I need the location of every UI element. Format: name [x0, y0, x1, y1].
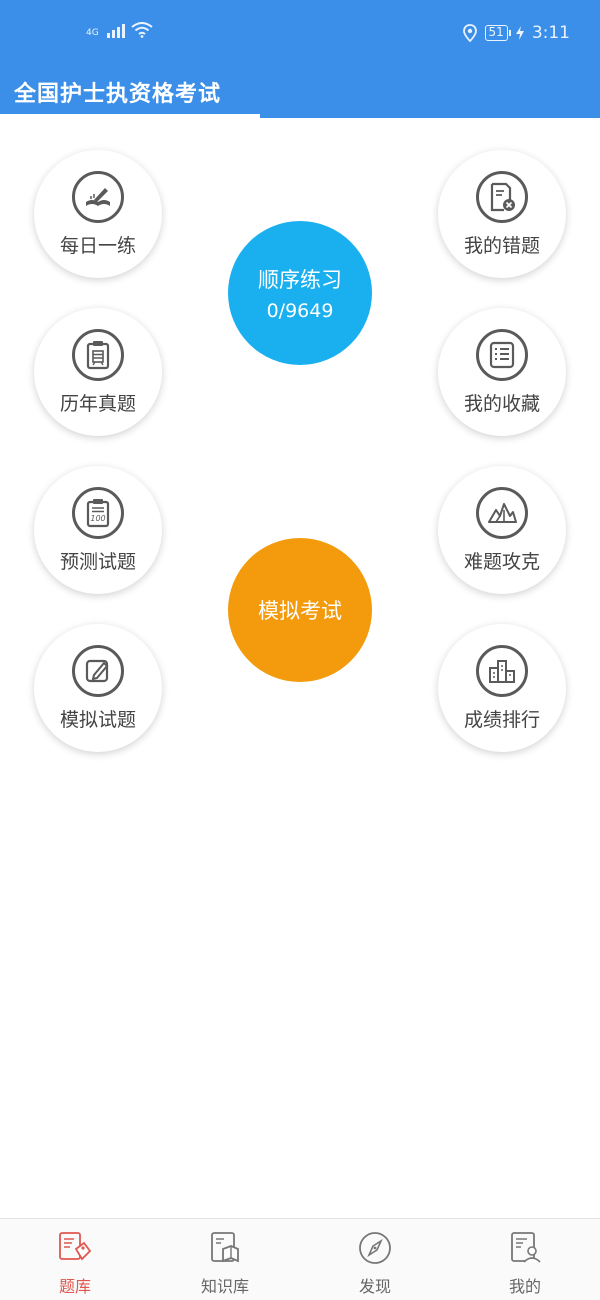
my-favorites-label: 我的收藏: [463, 392, 540, 415]
clock: 3:11: [531, 23, 570, 43]
hard-questions-button[interactable]: 难题攻克: [438, 466, 566, 594]
tab-question-bank[interactable]: 题库: [0, 1219, 150, 1300]
my-mistakes-label: 我的错题: [463, 234, 540, 257]
score-ranking-button[interactable]: 成绩排行: [438, 624, 566, 752]
tab-knowledge-base-label: 知识库: [200, 1277, 249, 1296]
compass-icon: [359, 1232, 391, 1264]
charging-icon: [515, 26, 524, 40]
sequential-practice-label: 顺序练习: [258, 268, 342, 292]
sequential-practice-progress: 0/9649: [266, 300, 334, 322]
profile-card-icon: [511, 1232, 541, 1263]
wifi-icon: [131, 22, 153, 38]
mock-questions-button[interactable]: 模拟试题: [34, 624, 162, 752]
my-favorites-button[interactable]: 我的收藏: [438, 308, 566, 436]
podium-icon: [476, 644, 528, 697]
status-right: 51 3:11: [462, 23, 570, 43]
title-underline: [0, 114, 260, 118]
mock-exam-button[interactable]: 模拟考试: [228, 538, 372, 682]
tab-question-bank-label: 题库: [58, 1277, 91, 1296]
page-title: 全国护士执资格考试: [14, 82, 222, 107]
tab-mine-label: 我的: [508, 1277, 541, 1296]
pen-book-icon: [72, 170, 124, 223]
network-type: 4G: [86, 28, 99, 38]
app-screen: 4G 51 3:11 全国护士执资格考试 每日一练 历年真题 100 预测试题 …: [0, 0, 600, 1300]
tab-mine[interactable]: 我的: [450, 1219, 600, 1300]
mock-exam-label: 模拟考试: [258, 599, 342, 623]
status-bar: 4G 51 3:11: [0, 18, 600, 54]
hard-questions-label: 难题攻克: [463, 550, 540, 573]
signal-indicators: 4G: [86, 22, 153, 38]
document-x-icon: [476, 170, 528, 223]
tab-knowledge-base[interactable]: 知识库: [150, 1219, 300, 1300]
signal-bars-icon: [106, 22, 125, 38]
clipboard-100-icon: 100: [72, 486, 124, 539]
tab-discover[interactable]: 发现: [300, 1219, 450, 1300]
location-icon: [462, 24, 477, 42]
battery-icon: 51: [484, 25, 512, 41]
edit-square-icon: [72, 644, 124, 697]
question-bank-icon: [59, 1232, 92, 1261]
mountain-icon: [476, 486, 528, 539]
list-icon: [476, 328, 528, 381]
knowledge-book-icon: [211, 1232, 239, 1263]
mock-questions-label: 模拟试题: [59, 708, 136, 731]
clipboard-zhen-icon: [72, 328, 124, 381]
predicted-questions-button[interactable]: 100 预测试题: [34, 466, 162, 594]
title-tab[interactable]: 全国护士执资格考试: [0, 70, 260, 118]
past-exams-label: 历年真题: [59, 392, 136, 415]
daily-practice-button[interactable]: 每日一练: [34, 150, 162, 278]
tab-discover-label: 发现: [358, 1277, 391, 1296]
top-header: 4G 51 3:11 全国护士执资格考试: [0, 0, 600, 118]
bottom-navigation: 题库 知识库 发现 我的: [0, 1218, 600, 1300]
sequential-practice-button[interactable]: 顺序练习 0/9649: [228, 221, 372, 365]
my-mistakes-button[interactable]: 我的错题: [438, 150, 566, 278]
score-ranking-label: 成绩排行: [463, 708, 540, 731]
past-exams-button[interactable]: 历年真题: [34, 308, 162, 436]
predicted-questions-label: 预测试题: [59, 550, 136, 573]
daily-practice-label: 每日一练: [59, 234, 136, 257]
svg-text:100: 100: [90, 514, 105, 523]
